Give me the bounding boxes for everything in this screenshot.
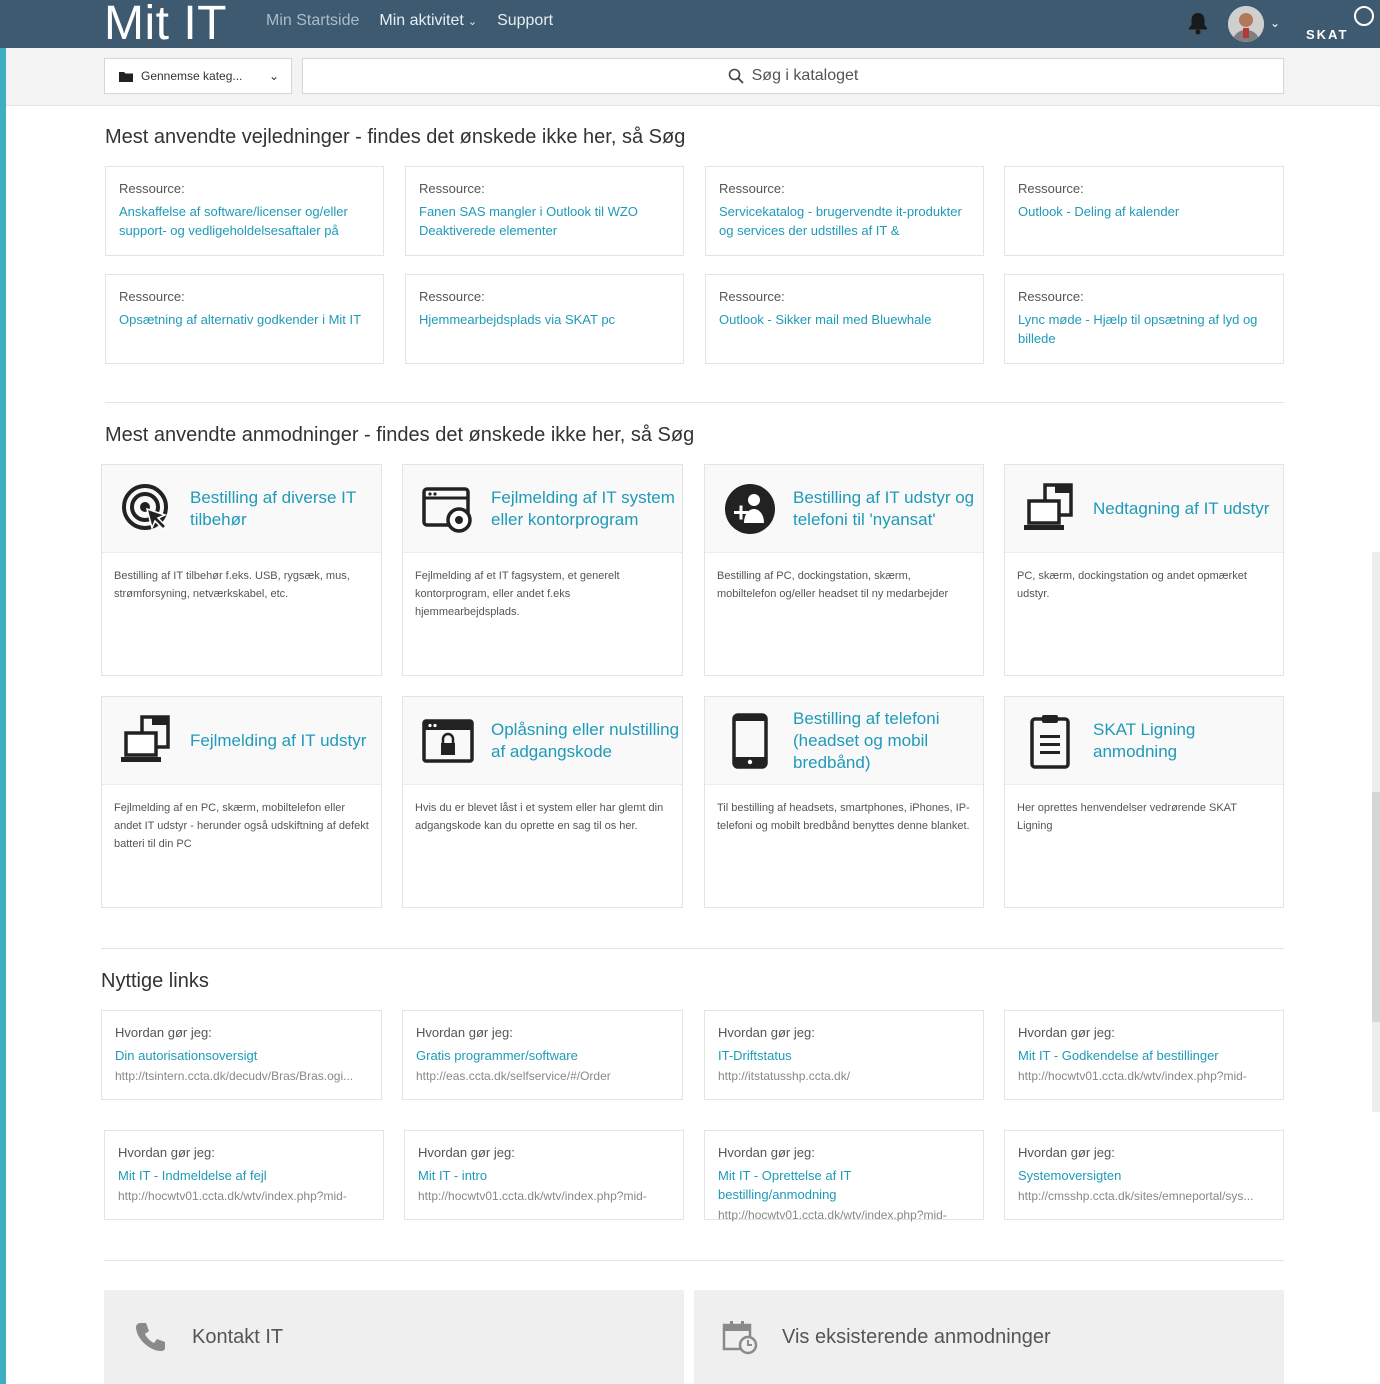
brand-title[interactable]: Mit IT [104, 0, 227, 51]
request-title[interactable]: Nedtagning af IT udstyr [1093, 498, 1269, 520]
phone-icon [130, 1317, 170, 1357]
section-divider [101, 948, 1284, 949]
link-card[interactable]: Hvordan gør jeg: Mit IT - Oprettelse af … [704, 1130, 984, 1222]
scrollbar-thumb[interactable] [1372, 792, 1380, 1022]
link-card[interactable]: Hvordan gør jeg: Gratis programmer/softw… [402, 1010, 683, 1100]
target-cursor-icon [120, 482, 174, 536]
requests-section-title: Mest anvendte anmodninger - findes det ø… [105, 424, 695, 446]
calendar-clock-icon [720, 1317, 760, 1357]
crown-icon [1354, 6, 1374, 26]
guides-section-title: Mest anvendte vejledninger - findes det … [105, 126, 686, 148]
request-description: Her oprettes henvendelser vedrørende SKA… [1017, 802, 1237, 832]
request-card-header: Fejlmelding af IT system eller kontorpro… [403, 465, 682, 553]
nav-home[interactable]: Min Startside [266, 12, 359, 30]
request-card-header: Oplåsning eller nulstilling af adgangsko… [403, 697, 682, 785]
guide-card[interactable]: Ressource: Opsætning af alternativ godke… [105, 274, 384, 364]
request-card[interactable]: Nedtagning af IT udstyr PC, skærm, docki… [1004, 464, 1284, 676]
link-card[interactable]: Hvordan gør jeg: Mit IT - Godkendelse af… [1004, 1010, 1284, 1100]
smartphone-icon [723, 712, 777, 769]
view-existing-requests-label: Vis eksisterende anmodninger [782, 1325, 1051, 1348]
request-description: Bestilling af PC, dockingstation, skærm,… [717, 570, 949, 600]
request-card-header: Bestilling af telefoni (headset og mobil… [705, 697, 983, 785]
request-card[interactable]: Bestilling af IT udstyr og telefoni til … [704, 464, 984, 676]
guide-card[interactable]: Ressource: Fanen SAS mangler i Outlook t… [405, 166, 684, 256]
request-title[interactable]: Bestilling af telefoni (headset og mobil… [793, 708, 983, 774]
clipboard-icon [1023, 714, 1077, 769]
request-card[interactable]: Fejlmelding af IT udstyr Fejlmelding af … [101, 696, 382, 908]
new-employee-icon [723, 482, 777, 536]
request-title[interactable]: Fejlmelding af IT system eller kontorpro… [491, 487, 682, 531]
request-title[interactable]: SKAT Ligning anmodning [1093, 719, 1283, 763]
catalog-search-input[interactable]: Søg i kataloget [302, 58, 1284, 94]
link-card[interactable]: Hvordan gør jeg: Systemoversigten http:/… [1004, 1130, 1284, 1220]
browse-categories-dropdown[interactable]: Gennemse kateg... ⌄ [104, 58, 292, 94]
request-card[interactable]: Bestilling af telefoni (headset og mobil… [704, 696, 984, 908]
link-card[interactable]: Hvordan gør jeg: IT-Driftstatus http://i… [704, 1010, 984, 1100]
request-card[interactable]: Fejlmelding af IT system eller kontorpro… [402, 464, 683, 676]
guide-card[interactable]: Ressource: Anskaffelse af software/licen… [105, 166, 384, 256]
request-card-header: Fejlmelding af IT udstyr [102, 697, 381, 785]
link-card[interactable]: Hvordan gør jeg: Din autorisationsoversi… [101, 1010, 382, 1100]
request-description: Bestilling af IT tilbehør f.eks. USB, ry… [114, 570, 350, 600]
request-card-header: Nedtagning af IT udstyr [1005, 465, 1283, 553]
guide-card[interactable]: Ressource: Outlook - Sikker mail med Blu… [705, 274, 984, 364]
main-nav: Min Startside Min aktivitet ⌄ Support [266, 12, 553, 30]
request-description: Hvis du er blevet låst i et system eller… [415, 802, 664, 832]
devices-icon [120, 714, 174, 768]
section-divider [104, 1260, 1284, 1261]
search-icon [728, 68, 744, 84]
window-gear-icon [421, 482, 475, 536]
request-card-header: Bestilling af diverse IT tilbehør [102, 465, 381, 553]
folder-icon [119, 72, 133, 82]
request-card[interactable]: Oplåsning eller nulstilling af adgangsko… [402, 696, 683, 908]
devices-icon [1023, 482, 1077, 536]
nav-my-activity[interactable]: Min aktivitet ⌄ [379, 12, 477, 30]
request-description: Til bestilling af headsets, smartphones,… [717, 802, 970, 832]
request-card-header: SKAT Ligning anmodning [1005, 697, 1283, 785]
top-navigation-bar: Mit IT Min Startside Min aktivitet ⌄ Supp… [0, 0, 1380, 51]
bell-icon[interactable] [1186, 10, 1210, 36]
links-section-title: Nyttige links [101, 970, 209, 992]
chevron-down-icon: ⌄ [268, 69, 279, 83]
avatar[interactable] [1228, 6, 1264, 42]
nav-support[interactable]: Support [497, 12, 553, 30]
request-title[interactable]: Oplåsning eller nulstilling af adgangsko… [491, 719, 682, 763]
request-card[interactable]: SKAT Ligning anmodning Her oprettes henv… [1004, 696, 1284, 908]
catalog-toolbar: Gennemse kateg... ⌄ Søg i kataloget [6, 48, 1380, 106]
request-title[interactable]: Bestilling af IT udstyr og telefoni til … [793, 487, 983, 531]
contact-it-label: Kontakt IT [192, 1325, 284, 1348]
search-placeholder: Søg i kataloget [751, 67, 859, 84]
skat-logo: SKAT [1306, 4, 1376, 44]
link-card[interactable]: Hvordan gør jeg: Mit IT - intro http://h… [404, 1130, 684, 1220]
nav-my-activity-label: Min aktivitet [379, 12, 464, 29]
section-divider [105, 402, 1284, 403]
guide-card[interactable]: Ressource: Servicekatalog - brugervendte… [705, 166, 984, 256]
contact-it-button[interactable]: Kontakt IT [104, 1290, 684, 1384]
guide-card[interactable]: Ressource: Lync møde - Hjælp til opsætni… [1004, 274, 1284, 364]
request-title[interactable]: Bestilling af diverse IT tilbehør [190, 487, 381, 531]
link-card[interactable]: Hvordan gør jeg: Mit IT - Indmeldelse af… [104, 1130, 384, 1220]
browse-label: Gennemse kateg... [141, 69, 243, 83]
scrollbar[interactable] [1372, 552, 1380, 1112]
guide-card[interactable]: Ressource: Hjemmearbejdsplads via SKAT p… [405, 274, 684, 364]
request-description: PC, skærm, dockingstation og andet opmær… [1017, 570, 1247, 600]
window-lock-icon [421, 714, 475, 768]
view-existing-requests-button[interactable]: Vis eksisterende anmodninger [694, 1290, 1284, 1384]
chevron-down-icon[interactable]: ⌄ [1270, 16, 1280, 30]
request-description: Fejlmelding af en PC, skærm, mobiltelefo… [114, 802, 369, 850]
request-card-header: Bestilling af IT udstyr og telefoni til … [705, 465, 983, 553]
guide-card[interactable]: Ressource: Outlook - Deling af kalender [1004, 166, 1284, 256]
request-card[interactable]: Bestilling af diverse IT tilbehør Bestil… [101, 464, 382, 676]
request-title[interactable]: Fejlmelding af IT udstyr [190, 730, 366, 752]
left-accent-bar [0, 0, 6, 1384]
chevron-down-icon: ⌄ [467, 16, 478, 28]
request-description: Fejlmelding af et IT fagsystem, et gener… [415, 570, 620, 618]
